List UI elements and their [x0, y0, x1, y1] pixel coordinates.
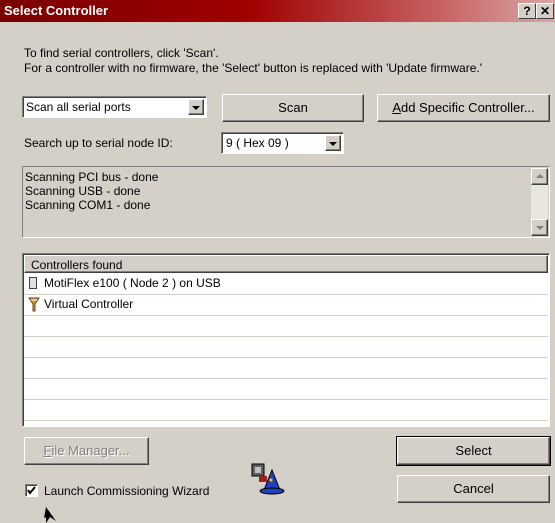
controllers-list[interactable]: Controllers found MotiFlex e100 ( Node 2…: [22, 253, 550, 427]
wizard-checkbox-label[interactable]: Launch Commissioning Wizard: [44, 484, 209, 498]
mouse-pointer-icon: [44, 507, 56, 523]
port-select[interactable]: Scan all serial ports: [22, 96, 207, 118]
instruction-line-2: For a controller with no firmware, the '…: [24, 61, 483, 75]
add-specific-controller-button[interactable]: Add Specific Controller...: [377, 94, 550, 122]
cancel-button[interactable]: Cancel: [397, 475, 550, 503]
virtual-controller-icon: [28, 297, 40, 312]
scan-button[interactable]: Scan: [222, 94, 364, 122]
wizard-icon: [251, 463, 285, 495]
port-select-value: Scan all serial ports: [26, 100, 131, 114]
add-button-mnemonic: A: [392, 100, 401, 115]
device-icon: [29, 277, 37, 289]
add-button-label: dd Specific Controller...: [400, 100, 535, 115]
scroll-down-icon[interactable]: [531, 219, 548, 236]
node-id-value: 9 ( Hex 09 ): [226, 136, 289, 150]
node-id-select[interactable]: 9 ( Hex 09 ): [221, 132, 344, 154]
window-title: Select Controller: [4, 3, 109, 18]
select-button[interactable]: Select: [396, 436, 551, 466]
checkmark-icon: [27, 486, 36, 495]
instruction-line-1: To find serial controllers, click 'Scan'…: [24, 46, 219, 60]
list-item: [24, 378, 548, 400]
node-id-label: Search up to serial node ID:: [24, 136, 173, 150]
list-item: [24, 357, 548, 379]
wizard-checkbox[interactable]: [25, 484, 38, 497]
log-line: Scanning PCI bus - done: [25, 170, 159, 184]
log-line: Scanning COM1 - done: [25, 198, 151, 212]
list-item-label: Virtual Controller: [44, 297, 134, 311]
chevron-down-icon[interactable]: [188, 99, 204, 115]
log-line: Scanning USB - done: [25, 184, 141, 198]
log-scrollbar[interactable]: [531, 168, 548, 236]
list-item[interactable]: MotiFlex e100 ( Node 2 ) on USB: [24, 273, 548, 295]
help-button[interactable]: ?: [518, 3, 536, 19]
title-bar: Select Controller ? ✕: [0, 0, 555, 22]
list-item-label: MotiFlex e100 ( Node 2 ) on USB: [44, 276, 221, 290]
list-item[interactable]: Virtual Controller: [24, 294, 548, 316]
close-button[interactable]: ✕: [536, 3, 554, 19]
chevron-down-icon[interactable]: [325, 135, 341, 151]
file-manager-button[interactable]: File Manager...: [24, 437, 149, 465]
controllers-header-label: Controllers found: [31, 258, 123, 272]
controllers-header[interactable]: Controllers found: [24, 255, 548, 273]
list-item: [24, 336, 548, 358]
scroll-up-icon[interactable]: [531, 168, 548, 185]
list-item: [24, 399, 548, 421]
scan-log: Scanning PCI bus - done Scanning USB - d…: [22, 166, 550, 238]
list-item: [24, 315, 548, 337]
file-manager-label: ile Manager...: [51, 443, 130, 458]
